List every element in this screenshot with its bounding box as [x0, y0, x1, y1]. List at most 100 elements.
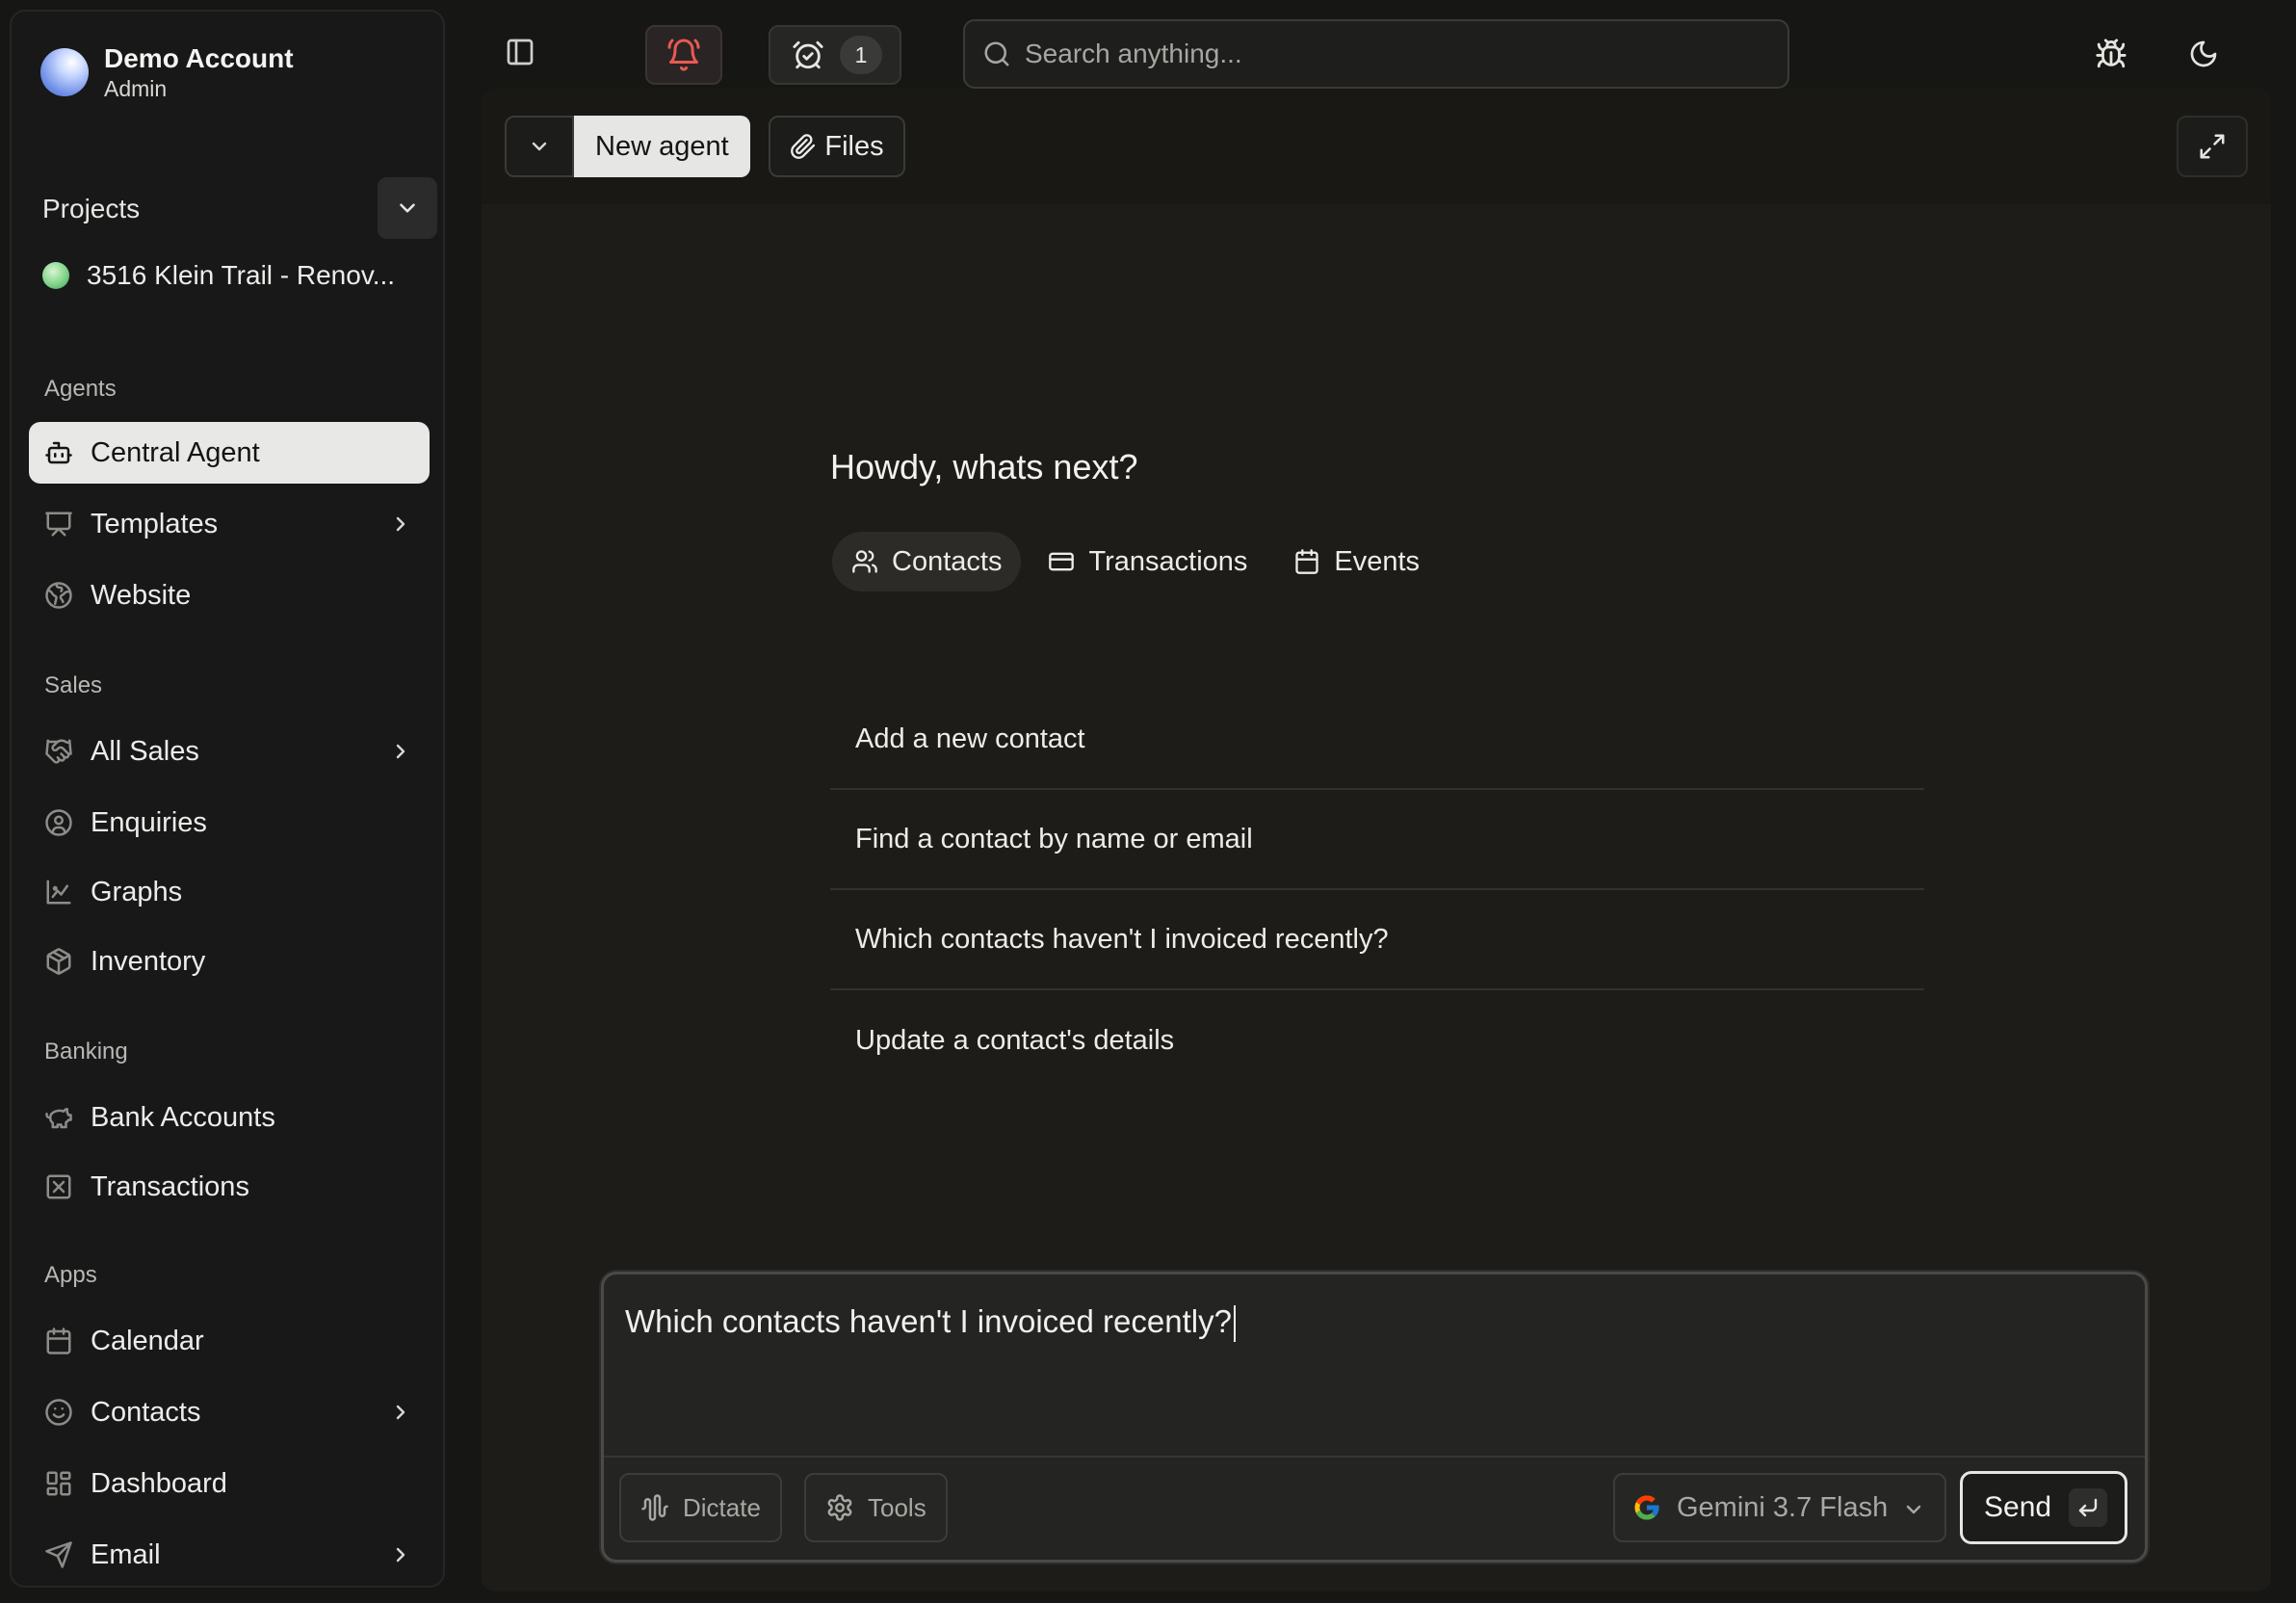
debug-button[interactable] [2092, 35, 2130, 73]
tab-label: Contacts [892, 545, 1003, 577]
sidebar-item-bank-accounts[interactable]: Bank Accounts [29, 1087, 430, 1148]
chevron-right-icon [396, 1547, 405, 1563]
presentation-icon [45, 512, 72, 537]
composer-toolbar: Dictate Tools Gemini 3.7 Flash Send [604, 1456, 2145, 1560]
model-label: Gemini 3.7 Flash [1677, 1491, 1889, 1523]
send-label: Send [1984, 1491, 2052, 1523]
expand-button[interactable] [2177, 116, 2248, 177]
sidebar-item-transactions[interactable]: Transactions [29, 1156, 430, 1218]
chevron-down-icon [1906, 1505, 1921, 1514]
sidebar-item-label: Contacts [91, 1396, 201, 1428]
chevron-right-icon [396, 1405, 405, 1420]
reminders-count-badge: 1 [840, 36, 882, 74]
sidebar-item-inventory[interactable]: Inventory [29, 931, 430, 992]
text-caret [1233, 1305, 1236, 1343]
reminders-button[interactable]: 1 [769, 25, 901, 85]
sidebar-item-label: Calendar [91, 1325, 204, 1356]
search-bar[interactable] [963, 19, 1789, 89]
tab-contacts[interactable]: Contacts [832, 532, 1022, 591]
credit-card-icon [1049, 552, 1075, 571]
theme-toggle-button[interactable] [2184, 35, 2223, 73]
chevron-right-icon [396, 744, 405, 759]
model-selector[interactable]: Gemini 3.7 Flash [1613, 1473, 1946, 1542]
suggestion-item[interactable]: Find a contact by name or email [830, 790, 1924, 890]
sidebar-item-graphs[interactable]: Graphs [29, 861, 430, 923]
sidebar-item-contacts[interactable]: Contacts [29, 1381, 430, 1443]
paperclip-icon [791, 134, 816, 159]
user-circle-icon [45, 809, 72, 836]
dictate-button[interactable]: Dictate [619, 1473, 782, 1542]
account-role: Admin [104, 76, 168, 101]
account-switcher[interactable]: Demo Account Admin [40, 42, 294, 102]
moon-icon [2190, 40, 2217, 67]
projects-label: Projects [42, 194, 141, 223]
sidebar-item-label: Transactions [91, 1170, 249, 1202]
audio-waveform-icon [641, 1494, 668, 1521]
section-label-apps: Apps [44, 1262, 97, 1288]
tab-label: Transactions [1088, 545, 1248, 577]
sidebar-item-templates[interactable]: Templates [29, 493, 430, 555]
suggestion-item[interactable]: Add a new contact [830, 690, 1924, 790]
bot-icon [45, 441, 72, 464]
sidebar-item-label: Inventory [91, 945, 206, 977]
search-input[interactable] [1025, 39, 1757, 69]
new-agent-button[interactable]: New agent [574, 116, 750, 177]
section-label-banking: Banking [44, 1038, 128, 1064]
piggy-bank-icon [45, 1108, 72, 1129]
tab-label: Events [1334, 545, 1421, 577]
box-icon [46, 948, 71, 975]
message-composer: Which contacts haven't I invoiced recent… [601, 1272, 2148, 1563]
globe-icon [45, 582, 72, 609]
gear-icon [827, 1494, 852, 1521]
project-item[interactable]: 3516 Klein Trail - Renov... [42, 260, 395, 291]
message-input[interactable]: Which contacts haven't I invoiced recent… [625, 1303, 1236, 1343]
maximize-icon [2200, 134, 2225, 159]
enter-key-icon [2069, 1488, 2108, 1527]
alarm-clock-check-icon [793, 40, 823, 69]
avatar [40, 48, 89, 96]
dictate-label: Dictate [683, 1492, 761, 1522]
files-button[interactable]: Files [769, 116, 905, 177]
tab-events[interactable]: Events [1274, 532, 1439, 591]
sidebar-panel-icon [507, 39, 534, 66]
users-icon [852, 550, 877, 573]
section-label-agents: Agents [44, 376, 117, 402]
sidebar-item-calendar[interactable]: Calendar [29, 1310, 430, 1372]
search-icon [984, 41, 1009, 66]
suggestion-item[interactable]: Which contacts haven't I invoiced recent… [830, 890, 1924, 990]
projects-header: Projects [42, 177, 437, 241]
sidebar-item-label: Website [91, 579, 192, 611]
sidebar-item-dashboard[interactable]: Dashboard [29, 1453, 430, 1514]
tools-label: Tools [868, 1492, 926, 1522]
chevron-down-icon [400, 203, 415, 213]
suggestion-tabs: Contacts Transactions Events [832, 532, 1447, 591]
suggestion-list: Add a new contact Find a contact by name… [830, 690, 1924, 1091]
send-button[interactable]: Send [1960, 1471, 2127, 1544]
sidebar-toggle-button[interactable] [501, 33, 539, 71]
sidebar-item-label: Bank Accounts [91, 1101, 275, 1133]
notifications-button[interactable] [645, 25, 722, 85]
sidebar-item-label: Templates [91, 508, 219, 539]
calendar-icon [1295, 549, 1319, 574]
sidebar-item-email[interactable]: Email [29, 1524, 430, 1586]
chart-icon [46, 880, 71, 905]
sidebar-item-all-sales[interactable]: All Sales [29, 721, 430, 782]
smile-icon [45, 1399, 72, 1426]
tools-button[interactable]: Tools [804, 1473, 948, 1542]
tab-transactions[interactable]: Transactions [1029, 532, 1266, 591]
sidebar-item-label: Graphs [91, 876, 183, 907]
greeting-heading: Howdy, whats next? [830, 447, 1138, 486]
projects-toggle-button[interactable] [378, 177, 437, 239]
chevron-right-icon [396, 516, 405, 532]
bug-icon [2096, 39, 2126, 68]
agent-panel-header: New agent Files [482, 89, 2271, 204]
sidebar-item-enquiries[interactable]: Enquiries [29, 792, 430, 854]
sidebar-item-label: Email [91, 1538, 161, 1570]
agent-selector: New agent [505, 116, 750, 177]
suggestion-item[interactable]: Update a contact's details [830, 990, 1924, 1091]
sidebar-item-website[interactable]: Website [29, 565, 430, 626]
google-logo-icon [1634, 1495, 1659, 1520]
agent-dropdown-button[interactable] [505, 116, 574, 177]
sidebar-item-central-agent[interactable]: Central Agent [29, 422, 430, 484]
sidebar-item-label: Enquiries [91, 806, 207, 838]
